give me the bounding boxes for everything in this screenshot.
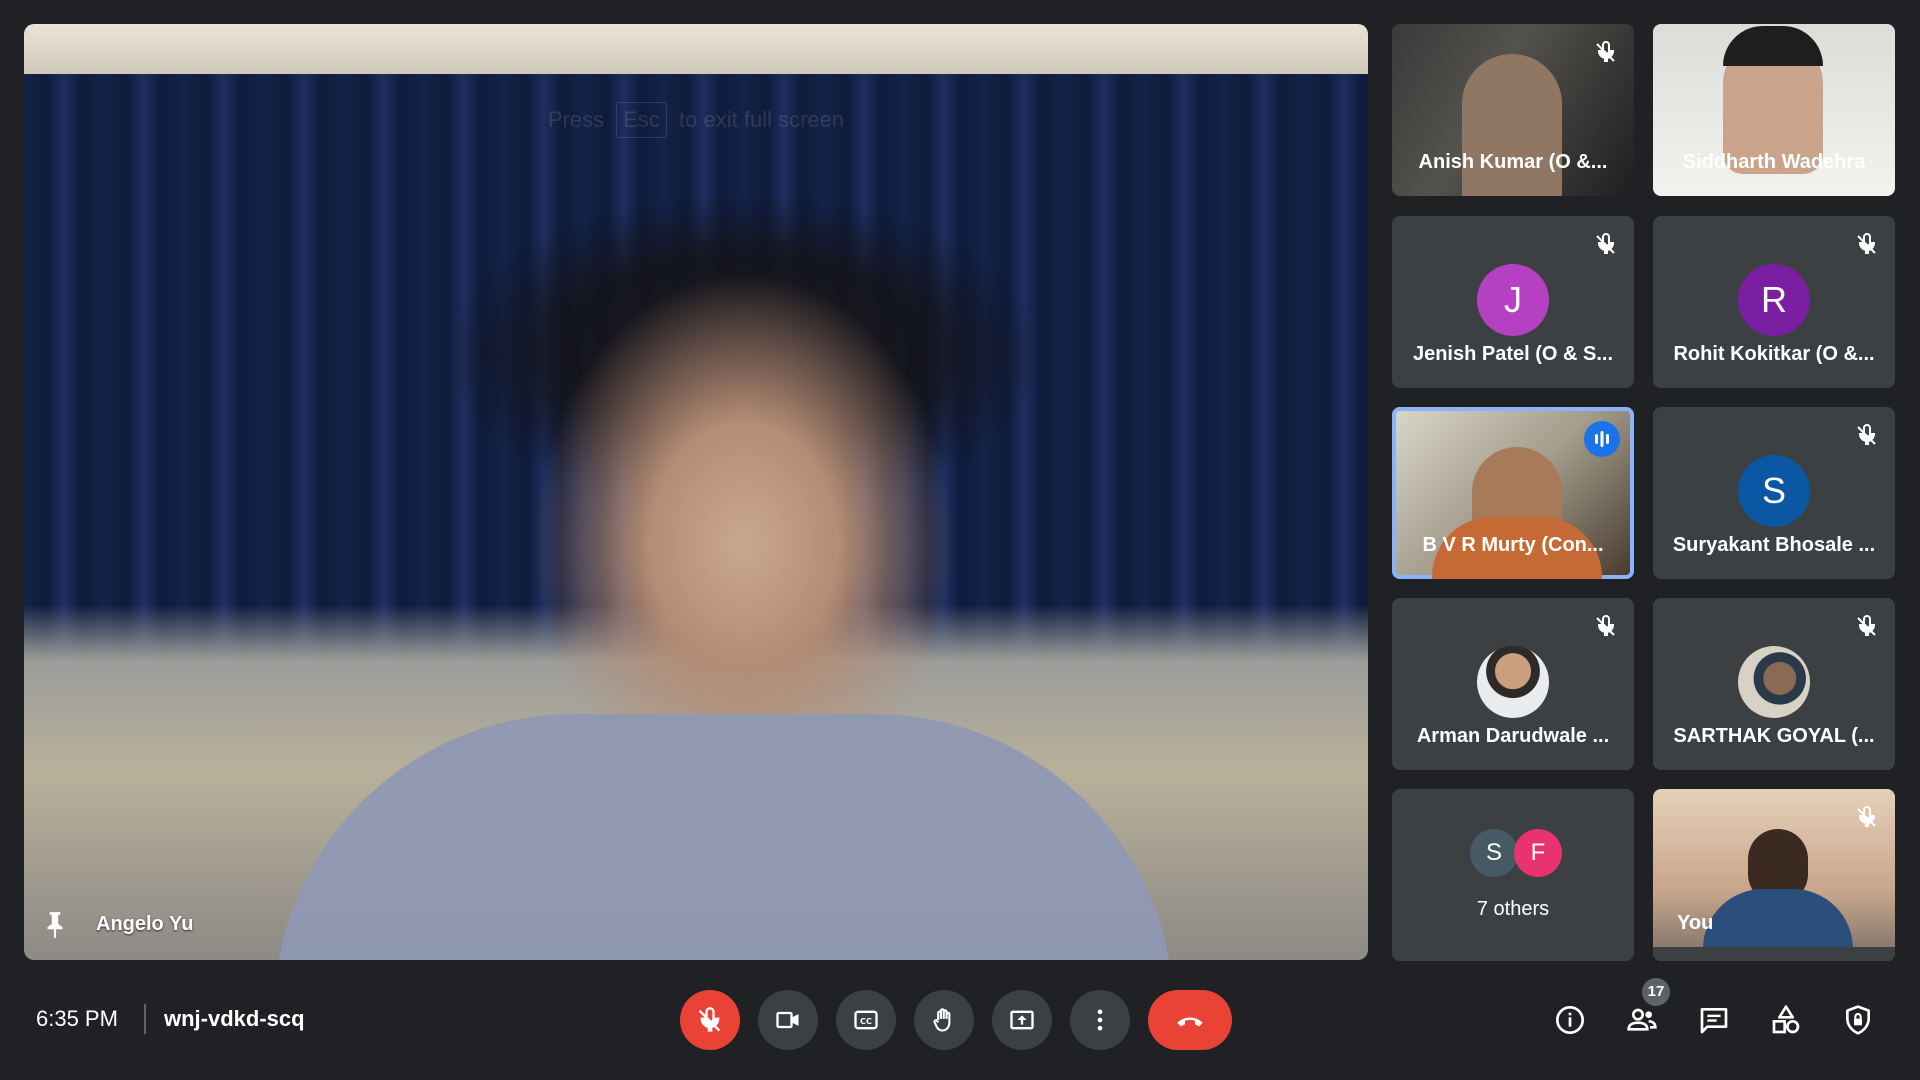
shield-lock-icon: [1846, 1005, 1870, 1035]
svg-text:CC: CC: [860, 1016, 872, 1026]
mic-off-icon: [1596, 233, 1615, 254]
leave-call-button[interactable]: [1148, 990, 1232, 1050]
participant-name: B V R Murty (Con...: [1422, 534, 1604, 556]
mic-off-icon: [1857, 806, 1876, 827]
participant-tile[interactable]: J Jenish Patel (O & S...: [1392, 216, 1634, 388]
main-speaker-tile[interactable]: Press Esc to exit full screen Angelo Yu: [24, 24, 1368, 960]
people-count-badge: 17: [1642, 978, 1670, 1006]
chat-icon: [1700, 1008, 1728, 1034]
hand-icon: [933, 1008, 951, 1032]
participant-name: SARTHAK GOYAL (...: [1673, 725, 1875, 747]
more-vert-icon: [1097, 1009, 1103, 1031]
fullscreen-hint-prefix: Press: [547, 107, 605, 132]
participant-name: Suryakant Bhosale ...: [1672, 534, 1876, 556]
others-avatar: S: [1470, 829, 1518, 877]
participant-tile[interactable]: Siddharth Wadehra: [1653, 24, 1895, 196]
esc-key-label: Esc: [616, 102, 667, 138]
present-icon: [1010, 1010, 1034, 1030]
participant-photo-avatar: [1477, 646, 1549, 718]
participant-name: Arman Darudwale ...: [1416, 725, 1610, 747]
mic-off-icon: [1857, 233, 1876, 254]
clock-time: 6:35 PM: [36, 1006, 118, 1031]
activities-button[interactable]: [1766, 1000, 1806, 1040]
mic-off-icon: [698, 1007, 721, 1032]
mic-off-icon: [1596, 41, 1615, 62]
host-controls-button[interactable]: [1838, 1000, 1878, 1040]
participant-name: Anish Kumar (O &...: [1418, 151, 1608, 173]
participant-photo-avatar: [1738, 646, 1810, 718]
people-icon: [1627, 1008, 1657, 1031]
others-avatar: F: [1514, 829, 1562, 877]
phone-hangup-icon: [1177, 1017, 1203, 1027]
pin-icon[interactable]: [42, 910, 68, 940]
participant-tile[interactable]: Arman Darudwale ...: [1392, 598, 1634, 770]
fullscreen-hint-suffix: to exit full screen: [679, 107, 845, 132]
activities-icon: [1772, 1005, 1800, 1034]
meeting-code: wnj-vdkd-scq: [164, 1006, 305, 1031]
others-tile[interactable]: S F 7 others: [1392, 789, 1634, 961]
mic-off-icon: [1857, 615, 1876, 636]
divider: [144, 1004, 146, 1034]
participant-tile-active-speaker[interactable]: B V R Murty (Con...: [1392, 407, 1634, 579]
participant-hair: [1723, 26, 1823, 66]
people-button[interactable]: [1622, 1000, 1662, 1040]
participant-avatar: S: [1738, 455, 1810, 527]
main-speaker-name: Angelo Yu: [96, 913, 194, 935]
window-frame: [24, 24, 1368, 74]
raise-hand-button[interactable]: [914, 990, 974, 1050]
participant-name: Jenish Patel (O & S...: [1412, 343, 1614, 365]
captions-icon: CC: [854, 1010, 878, 1030]
captions-button[interactable]: CC: [836, 990, 896, 1050]
participant-tile[interactable]: SARTHAK GOYAL (...: [1653, 598, 1895, 770]
participant-tile[interactable]: Anish Kumar (O &...: [1392, 24, 1634, 196]
mic-off-icon: [1857, 424, 1876, 445]
participant-name: Rohit Kokitkar (O &...: [1673, 343, 1875, 365]
others-label: 7 others: [1476, 898, 1550, 920]
present-screen-button[interactable]: [992, 990, 1052, 1050]
mic-toggle-button[interactable]: [680, 990, 740, 1050]
info-icon: [1556, 1006, 1584, 1034]
participant-avatar: J: [1477, 264, 1549, 336]
more-options-button[interactable]: [1070, 990, 1130, 1050]
speaking-indicator-icon: [1584, 421, 1620, 457]
self-name: You: [1677, 912, 1714, 934]
chat-button[interactable]: [1694, 1000, 1734, 1040]
self-tile[interactable]: You: [1653, 789, 1895, 961]
participant-name: Siddharth Wadehra: [1682, 151, 1866, 173]
participant-tile[interactable]: S Suryakant Bhosale ...: [1653, 407, 1895, 579]
participant-avatar: R: [1738, 264, 1810, 336]
speaker-video: [274, 714, 1174, 960]
camera-toggle-button[interactable]: [758, 990, 818, 1050]
mic-off-icon: [1596, 615, 1615, 636]
meeting-details-button[interactable]: [1550, 1000, 1590, 1040]
participant-video: [1462, 54, 1562, 196]
camera-icon: [776, 1011, 799, 1029]
fullscreen-hint: Press Esc to exit full screen: [24, 102, 1368, 138]
participant-tile[interactable]: R Rohit Kokitkar (O &...: [1653, 216, 1895, 388]
self-tile-bottom: [1653, 947, 1895, 961]
